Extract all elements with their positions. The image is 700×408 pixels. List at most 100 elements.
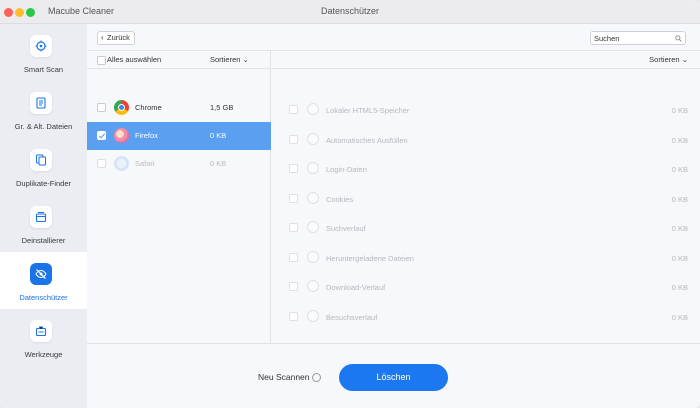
item-size: 0 KB (671, 312, 688, 322)
item-label: Cookies (326, 194, 354, 204)
list-item[interactable]: Login-Daten 0 KB (272, 154, 700, 184)
privacy-item-list: Sortieren ⌄ Lokaler HTML5-Speicher 0 KB … (272, 51, 700, 343)
browser-checkbox (97, 159, 106, 168)
item-label: Heruntergeladene Dateien (326, 253, 414, 263)
chevron-down-icon: ⌄ (681, 55, 688, 64)
item-label: Suchverlauf (326, 224, 366, 233)
sort-label: Sortieren (649, 55, 680, 64)
list-item[interactable]: Lokaler HTML5-Speicher 0 KB (272, 95, 700, 125)
list-item[interactable]: Besuchsverlauf 0 KB (272, 302, 700, 332)
toolbox-icon (30, 320, 52, 342)
browser-name: Safari (135, 159, 155, 168)
search-history-icon (307, 221, 319, 233)
delete-button[interactable]: Löschen (339, 364, 448, 391)
sidebar-item-label: Deinstallierer (21, 236, 66, 245)
item-label: Lokaler HTML5-Speicher (326, 106, 410, 115)
item-checkbox[interactable] (289, 105, 298, 114)
rescan-button[interactable]: Neu Scannen (258, 372, 310, 382)
safari-icon (114, 156, 129, 171)
browser-row-firefox[interactable]: Firefox 0 KB (87, 122, 271, 150)
search-input[interactable] (591, 32, 671, 44)
item-size: 0 KB (671, 224, 688, 233)
back-button-label: Zurück (107, 33, 130, 42)
item-checkbox[interactable] (289, 134, 298, 144)
item-checkbox[interactable] (289, 282, 298, 291)
browser-row-chrome[interactable]: Chrome 1,5 GB (87, 94, 271, 122)
list-item[interactable]: Heruntergeladene Dateien 0 KB (272, 243, 700, 273)
search-icon (675, 35, 682, 42)
sidebar-item-label: Werkzeuge (24, 350, 63, 359)
sidebar-item-tools[interactable]: Werkzeuge (0, 309, 87, 366)
sidebar-item-smart-scan[interactable]: Smart Scan (0, 24, 87, 81)
item-size: 0 KB (671, 283, 688, 292)
box-icon (30, 206, 52, 228)
sidebar-item-uninstaller[interactable]: Deinstallierer (0, 195, 87, 252)
select-all-checkbox[interactable] (97, 56, 106, 65)
browser-name: Firefox (135, 131, 158, 140)
item-checkbox[interactable] (289, 252, 298, 262)
footer-bar: Neu Scannen Löschen (87, 343, 700, 408)
cookie-icon (307, 191, 319, 204)
item-size: 0 KB (671, 194, 688, 204)
browser-checkbox[interactable] (97, 131, 106, 140)
html5-storage-icon (307, 103, 319, 115)
sidebar-item-privacy-protector[interactable]: Datenschützer (0, 252, 87, 309)
item-label: Besuchsverlauf (326, 312, 378, 322)
list-item[interactable]: Automatisches Ausfüllen 0 KB (272, 125, 700, 155)
item-label: Login-Daten (326, 165, 367, 174)
item-size: 0 KB (671, 253, 688, 263)
download-history-icon (307, 280, 319, 292)
sidebar: Smart Scan Gr. & Alt. Dateien Duplikate-… (0, 24, 87, 408)
chrome-icon (114, 100, 129, 115)
browser-checkbox[interactable] (97, 103, 106, 112)
chevron-left-icon: ‹ (101, 33, 104, 42)
sidebar-item-label: Duplikate-Finder (15, 179, 72, 188)
duplicate-icon (30, 149, 52, 171)
sidebar-item-label: Datenschützer (19, 293, 68, 302)
item-size: 0 KB (671, 135, 688, 145)
target-icon (30, 35, 52, 57)
item-size: 0 KB (671, 106, 688, 115)
main-panel: ‹ Zurück Alles auswählen Sortieren ⌄ Chr… (87, 24, 700, 408)
item-label: Download-Verlauf (326, 283, 386, 292)
chevron-down-icon: ⌄ (242, 55, 249, 64)
browser-size: 0 KB (210, 131, 227, 140)
browser-list-header: Alles auswählen Sortieren ⌄ (87, 51, 271, 69)
item-label: Automatisches Ausfüllen (326, 135, 408, 145)
browser-size: 1,5 GB (210, 103, 234, 112)
sidebar-item-label: Gr. & Alt. Dateien (14, 122, 73, 131)
item-list-header: Sortieren ⌄ (272, 51, 700, 69)
list-item[interactable]: Cookies 0 KB (272, 184, 700, 214)
browser-sort-button[interactable]: Sortieren ⌄ (210, 55, 249, 64)
list-item[interactable]: Suchverlauf 0 KB (272, 213, 700, 243)
visit-history-icon (307, 309, 319, 322)
browser-row-safari: Safari 0 KB (87, 150, 271, 178)
list-item[interactable]: Download-Verlauf 0 KB (272, 272, 700, 302)
firefox-icon (114, 128, 129, 143)
search-box (590, 31, 686, 45)
browser-list: Alles auswählen Sortieren ⌄ Chrome 1,5 G… (87, 51, 271, 343)
sort-label: Sortieren (210, 55, 241, 64)
login-icon (307, 162, 319, 174)
sidebar-item-label: Smart Scan (23, 65, 64, 74)
toolbar: ‹ Zurück (87, 24, 700, 51)
select-all-label: Alles auswählen (107, 55, 162, 64)
autofill-icon (307, 132, 319, 145)
sidebar-item-large-old-files[interactable]: Gr. & Alt. Dateien (0, 81, 87, 138)
item-checkbox[interactable] (289, 223, 298, 232)
item-size: 0 KB (671, 165, 688, 174)
browser-name: Chrome (135, 103, 162, 112)
item-checkbox[interactable] (289, 193, 298, 203)
item-checkbox[interactable] (289, 164, 298, 173)
refresh-icon[interactable] (312, 373, 321, 382)
item-sort-button[interactable]: Sortieren ⌄ (649, 55, 688, 64)
browser-size: 0 KB (210, 159, 227, 168)
item-checkbox[interactable] (289, 311, 298, 321)
app-window: Macube Cleaner Datenschützer Smart Scan … (0, 0, 700, 408)
title-bar: Macube Cleaner Datenschützer (0, 0, 700, 24)
sidebar-item-duplicate-finder[interactable]: Duplikate-Finder (0, 138, 87, 195)
back-button[interactable]: ‹ Zurück (97, 31, 135, 45)
document-icon (30, 92, 52, 114)
eye-off-icon (30, 263, 52, 285)
downloaded-files-icon (307, 250, 319, 263)
